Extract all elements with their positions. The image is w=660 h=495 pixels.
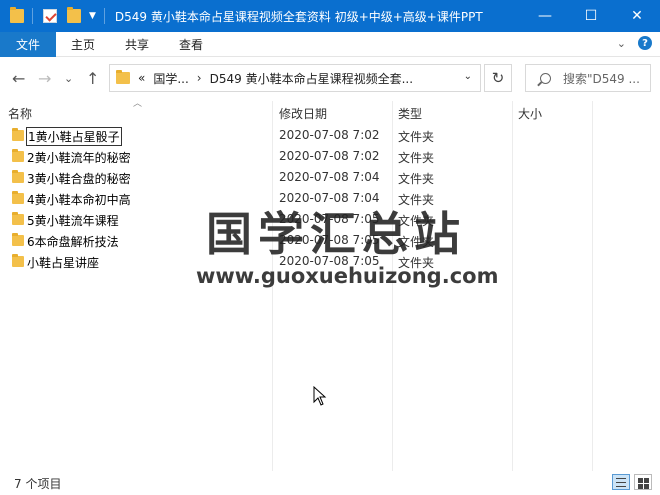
breadcrumb-current[interactable]: D549 黄小鞋本命占星课程视频全套... <box>210 70 413 87</box>
column-date[interactable]: 修改日期 <box>279 105 327 122</box>
folder-icon <box>12 149 24 162</box>
chevron-down-icon[interactable]: ⌄ <box>464 71 472 82</box>
recent-locations-icon[interactable]: ⌄ <box>64 72 73 85</box>
file-name[interactable]: 5黄小鞋流年课程 <box>27 212 119 229</box>
close-button[interactable]: ✕ <box>614 0 660 32</box>
minimize-button[interactable]: — <box>522 0 568 32</box>
column-type[interactable]: 类型 <box>398 105 422 122</box>
refresh-button[interactable]: ↻ <box>484 64 512 92</box>
file-name[interactable]: 小鞋占星讲座 <box>27 254 99 271</box>
folder-icon <box>12 191 24 204</box>
file-date: 2020-07-08 7:02 <box>279 149 380 163</box>
details-view-icon[interactable] <box>612 474 630 490</box>
tab-file[interactable]: 文件 <box>0 31 56 57</box>
search-icon <box>540 72 551 84</box>
tab-share[interactable]: 共享 <box>110 32 164 57</box>
divider <box>103 8 105 24</box>
divider <box>32 8 33 24</box>
folder-icon <box>10 7 24 23</box>
up-arrow-icon[interactable]: ↑ <box>86 69 99 88</box>
large-icons-view-icon[interactable] <box>634 474 652 490</box>
folder-icon <box>12 212 24 225</box>
status-bar: 7 个项目 <box>0 471 660 495</box>
file-name[interactable]: 4黄小鞋本命初中高 <box>27 191 131 208</box>
watermark-text: 国学汇总站 <box>206 207 466 261</box>
maximize-button[interactable]: ☐ <box>568 0 614 32</box>
search-input[interactable]: 搜索"D549 ... <box>525 64 651 92</box>
file-type: 文件夹 <box>398 172 435 186</box>
file-type: 文件夹 <box>398 130 435 144</box>
tab-view[interactable]: 查看 <box>164 32 218 57</box>
window-title: D549 黄小鞋本命占星课程视频全套资料 初级+中级+高级+课件PPT <box>114 9 483 24</box>
watermark-url: www.guoxuehuizong.com <box>196 264 499 288</box>
column-name[interactable]: 名称 <box>8 105 32 122</box>
file-name[interactable]: 2黄小鞋流年的秘密 <box>27 149 131 166</box>
breadcrumb-parent[interactable]: 国学... <box>153 70 188 87</box>
help-icon[interactable]: ? <box>638 36 652 50</box>
folder-icon <box>12 233 24 246</box>
file-name[interactable]: 3黄小鞋合盘的秘密 <box>27 170 131 187</box>
file-type: 文件夹 <box>398 151 435 165</box>
file-name[interactable]: 1黄小鞋占星骰子 <box>26 127 122 146</box>
forward-arrow-icon[interactable]: → <box>38 69 51 88</box>
folder-icon <box>12 128 24 141</box>
column-size[interactable]: 大小 <box>518 105 542 122</box>
tab-home[interactable]: 主页 <box>56 32 110 57</box>
customize-quick-access-icon[interactable]: ▼ <box>89 11 96 21</box>
address-bar[interactable]: « 国学... › D549 黄小鞋本命占星课程视频全套... ⌄ <box>109 64 481 92</box>
column-header-row: ︿ 名称 修改日期 类型 大小 <box>0 99 660 123</box>
file-name[interactable]: 6本命盘解析技法 <box>27 233 119 250</box>
breadcrumb-overflow[interactable]: « <box>138 71 145 85</box>
sort-ascending-icon: ︿ <box>133 99 143 109</box>
properties-icon[interactable] <box>43 9 57 23</box>
folder-icon <box>116 70 130 84</box>
new-folder-icon[interactable] <box>67 7 81 23</box>
item-count: 7 个项目 <box>14 476 62 491</box>
expand-ribbon-icon[interactable]: ⌄ <box>617 37 626 50</box>
folder-icon <box>12 170 24 183</box>
back-arrow-icon[interactable]: ← <box>12 69 25 88</box>
list-item[interactable]: 2黄小鞋流年的秘密 2020-07-08 7:02 文件夹 <box>0 146 660 167</box>
file-date: 2020-07-08 7:04 <box>279 170 380 184</box>
mouse-cursor-icon <box>313 386 327 406</box>
list-item[interactable]: 3黄小鞋合盘的秘密 2020-07-08 7:04 文件夹 <box>0 167 660 188</box>
file-date: 2020-07-08 7:02 <box>279 128 380 142</box>
list-item[interactable]: 1黄小鞋占星骰子 2020-07-08 7:02 文件夹 <box>0 125 660 146</box>
chevron-right-icon[interactable]: › <box>197 71 202 85</box>
title-bar: ▼ D549 黄小鞋本命占星课程视频全套资料 初级+中级+高级+课件PPT — … <box>0 0 660 32</box>
folder-icon <box>12 254 24 267</box>
search-placeholder: 搜索"D549 ... <box>563 71 640 86</box>
ribbon-tabs: 文件 主页 共享 查看 ⌄ ? <box>0 31 660 57</box>
